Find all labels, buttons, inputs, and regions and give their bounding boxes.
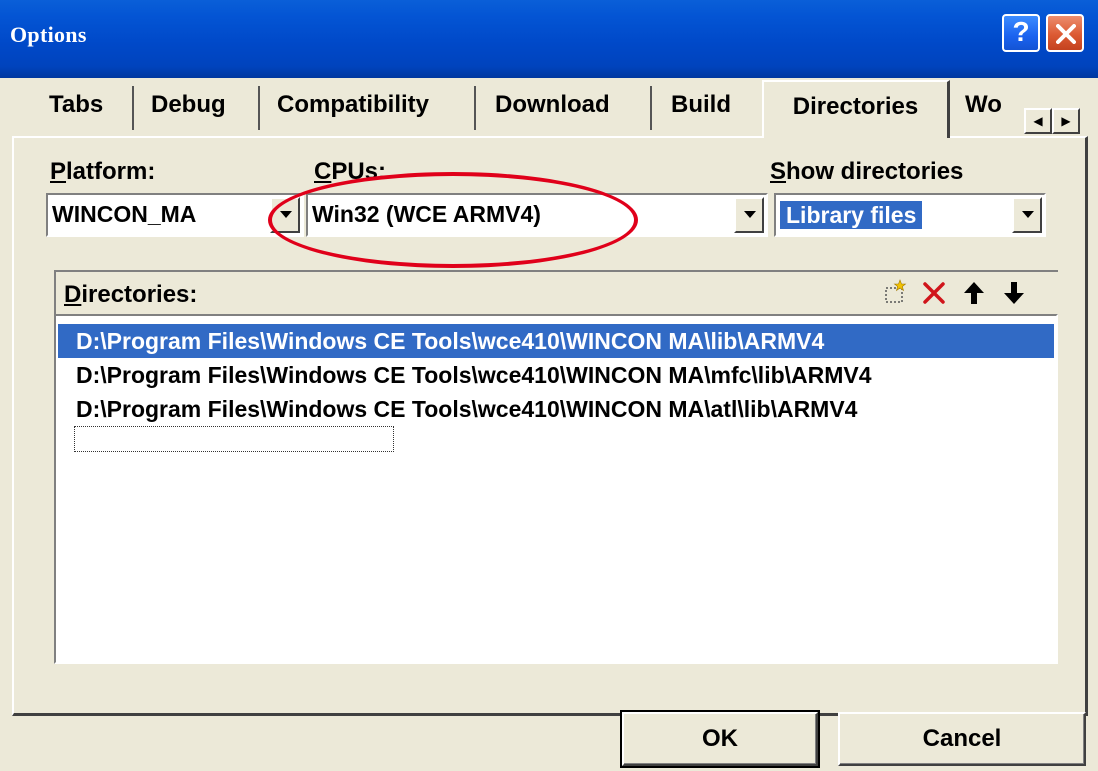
tab-scroll-right-button[interactable]: ▶	[1052, 108, 1080, 134]
tab-compatibility[interactable]: Compatibility	[264, 80, 442, 136]
tab-separator	[650, 86, 652, 130]
show-directories-combo[interactable]: Library files	[774, 193, 1046, 237]
show-directories-value: Library files	[780, 201, 923, 229]
title-bar[interactable]: Options ?	[0, 0, 1098, 78]
platform-label: Platform:	[50, 158, 156, 185]
tab-tabs[interactable]: Tabs	[36, 80, 116, 136]
cpus-combo[interactable]: Win32 (WCE ARMV4)	[306, 193, 768, 237]
cpus-value: Win32 (WCE ARMV4)	[312, 201, 541, 227]
ok-button[interactable]: OK	[620, 710, 820, 768]
tab-separator	[258, 86, 260, 130]
tab-separator	[132, 86, 134, 130]
list-item[interactable]: D:\Program Files\Windows CE Tools\wce410…	[58, 324, 1054, 358]
platform-value: WINCON_MA	[52, 201, 197, 227]
help-icon: ?	[1012, 16, 1030, 47]
arrow-left-icon: ◀	[1033, 114, 1043, 128]
list-item[interactable]: D:\Program Files\Windows CE Tools\wce410…	[72, 392, 857, 426]
new-directory-entry-slot[interactable]	[74, 426, 394, 452]
cancel-button[interactable]: Cancel	[838, 712, 1086, 766]
help-button[interactable]: ?	[1002, 14, 1040, 52]
move-up-button[interactable]	[960, 278, 988, 308]
tab-directories[interactable]: Directories	[762, 80, 950, 138]
close-button[interactable]	[1046, 14, 1084, 52]
chevron-down-icon	[280, 211, 292, 218]
options-dialog: Options ? Tabs Debug Compatibility Downl…	[0, 0, 1098, 771]
tab-download[interactable]: Download	[482, 80, 623, 136]
directories-label: Directories:	[64, 281, 198, 308]
tab-debug[interactable]: Debug	[138, 80, 239, 136]
cpus-label: CPUs:	[314, 158, 387, 185]
arrow-down-icon	[1004, 282, 1024, 304]
delete-icon	[923, 282, 945, 304]
tab-build[interactable]: Build	[658, 80, 744, 136]
close-icon	[1056, 24, 1076, 44]
tab-separator	[474, 86, 476, 130]
new-folder-icon	[885, 279, 907, 303]
show-directories-label: Show directories	[770, 158, 964, 185]
platform-combo[interactable]: WINCON_MA	[46, 193, 304, 237]
arrow-up-icon	[964, 282, 984, 304]
delete-directory-button[interactable]	[920, 278, 948, 308]
cpus-dropdown-button[interactable]	[734, 197, 764, 233]
chevron-down-icon	[744, 211, 756, 218]
directories-header: Directories:	[54, 270, 1058, 314]
tab-scroll-left-button[interactable]: ◀	[1024, 108, 1052, 134]
list-item[interactable]: D:\Program Files\Windows CE Tools\wce410…	[72, 358, 872, 392]
new-directory-button[interactable]	[880, 278, 908, 308]
show-directories-dropdown-button[interactable]	[1012, 197, 1042, 233]
chevron-down-icon	[1022, 211, 1034, 218]
directories-list[interactable]: D:\Program Files\Windows CE Tools\wce410…	[54, 314, 1058, 664]
tab-workspace-partial[interactable]: Wo	[965, 80, 1013, 136]
arrow-right-icon: ▶	[1061, 114, 1071, 128]
move-down-button[interactable]	[1000, 278, 1028, 308]
platform-dropdown-button[interactable]	[270, 197, 300, 233]
window-title: Options	[10, 22, 87, 47]
